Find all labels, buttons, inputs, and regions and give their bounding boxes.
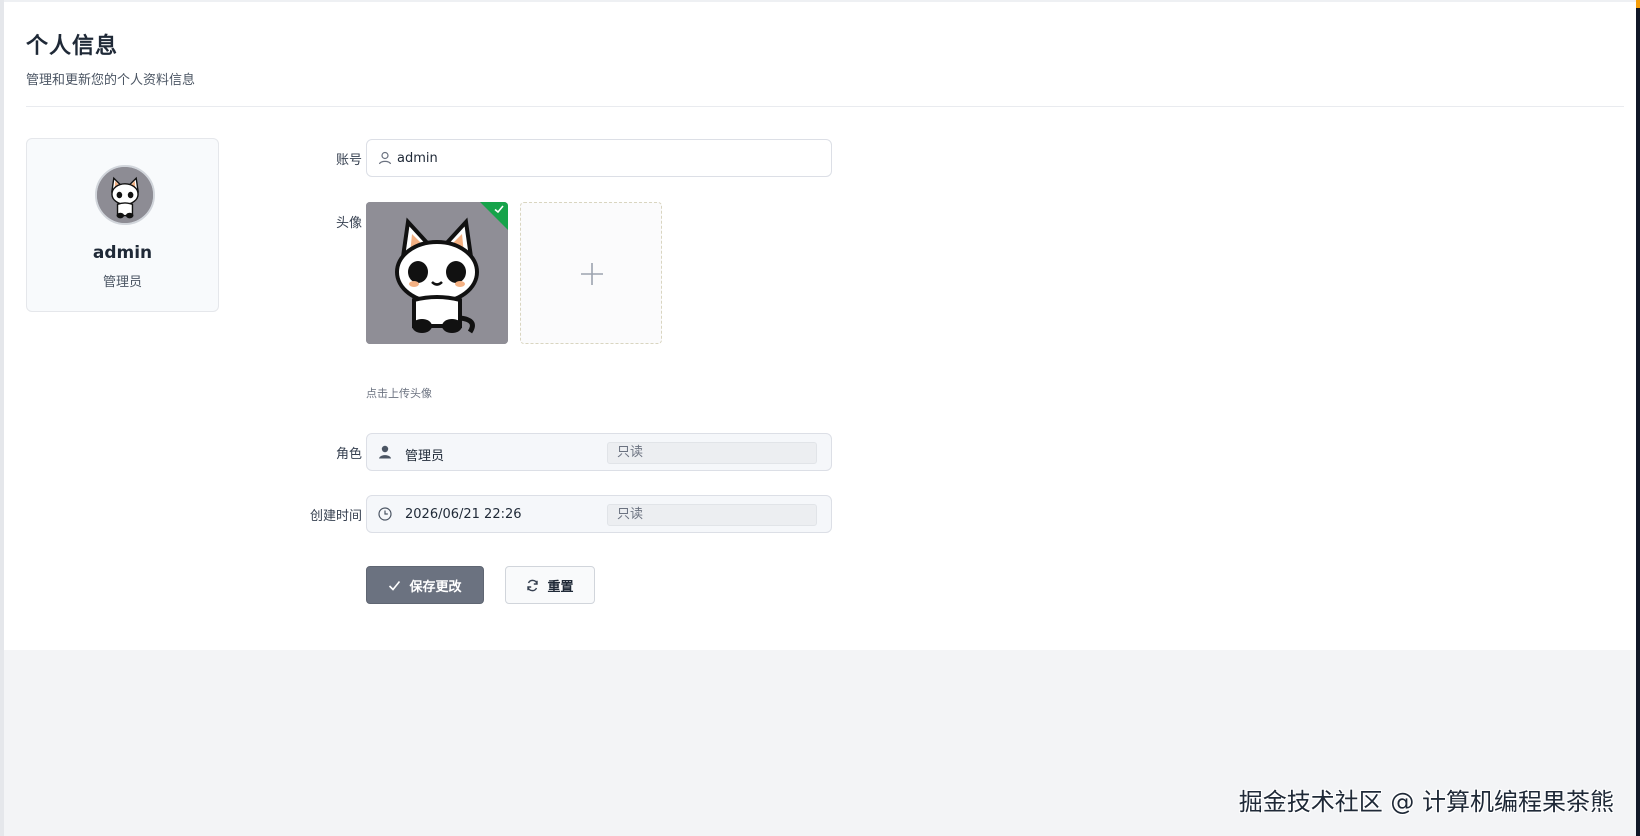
avatar-upload-button[interactable] [520, 202, 662, 344]
readonly-tag: 只读 [607, 504, 817, 526]
watermark: 掘金技术社区 @ 计算机编程果茶熊 [1238, 788, 1614, 816]
save-button-label: 保存更改 [409, 579, 462, 595]
account-field[interactable]: admin [366, 139, 832, 177]
created-label: 创建时间 [309, 509, 362, 524]
plus-icon [581, 263, 603, 285]
user-outline-icon [378, 151, 392, 165]
upload-hint: 点击上传头像 [366, 387, 432, 400]
page: 个人信息 管理和更新您的个人资料信息 admin 管理员 账号 admin 头像… [0, 0, 1640, 836]
profile-role: 管理员 [102, 275, 142, 290]
check-icon [389, 580, 401, 591]
user-solid-icon [379, 445, 391, 459]
save-button[interactable]: 保存更改 [366, 566, 484, 604]
refresh-icon [527, 579, 539, 591]
avatar-label: 头像 [335, 216, 362, 231]
profile-avatar [95, 165, 155, 225]
created-value: 2026/06/21 22:26 [405, 507, 522, 522]
page-subtitle: 管理和更新您的个人资料信息 [26, 73, 196, 88]
profile-name: admin [92, 243, 153, 263]
cat-avatar-icon [97, 167, 153, 223]
reset-button-label: 重置 [547, 579, 574, 595]
page-title: 个人信息 [26, 34, 119, 59]
reset-button[interactable]: 重置 [505, 566, 595, 604]
account-value: admin [397, 151, 438, 166]
right-edge [1636, 0, 1640, 836]
account-label: 账号 [335, 153, 362, 168]
profile-info-card: 个人信息 管理和更新您的个人资料信息 admin 管理员 账号 admin 头像… [4, 0, 1636, 650]
clock-icon [378, 507, 392, 521]
right-edge-marker [1636, 0, 1640, 8]
role-value: 管理员 [405, 449, 445, 464]
created-field: 2026/06/21 22:26 只读 [366, 495, 832, 533]
avatar-preview[interactable] [366, 202, 508, 344]
role-field: 管理员 只读 [366, 433, 832, 471]
role-label: 角色 [335, 447, 362, 462]
header-divider [26, 106, 1624, 107]
profile-summary: admin 管理员 [26, 138, 219, 312]
check-icon [494, 205, 504, 214]
readonly-tag: 只读 [607, 442, 817, 464]
